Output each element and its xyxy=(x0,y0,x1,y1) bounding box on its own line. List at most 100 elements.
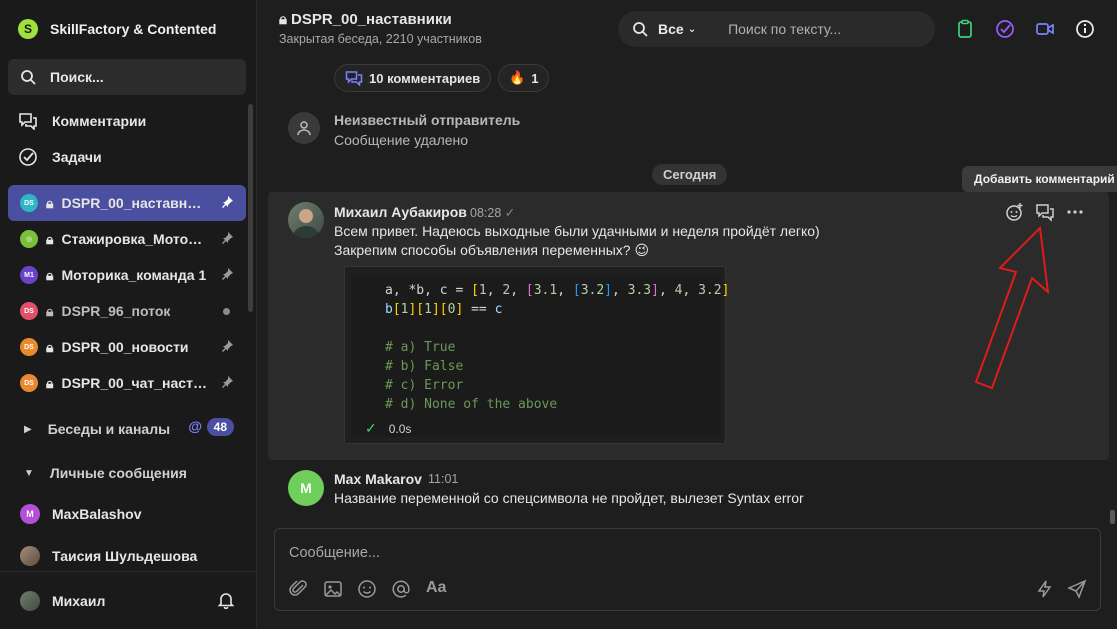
lock-icon: 🔒︎ xyxy=(46,230,54,247)
sidebar-chat-dspr-96[interactable]: DS 🔒︎ DSPR_96_поток xyxy=(8,293,246,329)
workspace-logo-icon: S xyxy=(18,19,38,39)
message-author[interactable]: Max Makarov xyxy=(334,471,422,487)
nav-tasks-label: Задачи xyxy=(52,149,102,165)
avatar xyxy=(288,202,324,238)
avatar xyxy=(20,590,40,611)
lock-icon: 🔒︎ xyxy=(46,194,54,211)
nav-tasks[interactable]: Задачи xyxy=(0,139,256,175)
message-time: 08:28 ✓ xyxy=(470,206,516,220)
chat-name: Стажировка_Мотор… xyxy=(61,231,210,247)
unread-badge: 48 xyxy=(206,418,234,436)
sidebar-search[interactable]: Поиск... xyxy=(8,59,246,95)
search-icon xyxy=(21,70,36,85)
search-input[interactable]: Поиск по тексту... xyxy=(728,21,841,37)
video-call-icon[interactable] xyxy=(1035,19,1055,39)
sidebar-chat-dspr-00-mentors[interactable]: DS 🔒︎ DSPR_00_наставники xyxy=(8,185,246,221)
lock-icon: 🔒︎ xyxy=(46,374,54,391)
bell-icon[interactable] xyxy=(217,591,235,609)
sidebar: S SkillFactory & Contented Поиск... Комм… xyxy=(0,0,257,629)
add-reaction-icon[interactable] xyxy=(1005,202,1025,222)
workspace-name: SkillFactory & Contented xyxy=(50,21,217,37)
lightning-icon[interactable] xyxy=(1035,579,1055,599)
sidebar-dm-maxbalashov[interactable]: M MaxBalashov xyxy=(0,493,256,535)
avatar: M xyxy=(288,470,324,506)
chat-avatar: DS xyxy=(20,374,38,392)
chat-name: Моторика_команда 1 xyxy=(61,267,207,283)
attachment-icon[interactable] xyxy=(289,579,309,599)
comments-button[interactable]: 10 комментариев xyxy=(334,64,492,92)
dms-label: Личные сообщения xyxy=(49,465,187,481)
sidebar-chat-motorika-team[interactable]: M1 🔒︎ Моторика_команда 1 xyxy=(8,257,246,293)
code-line: # c) Error xyxy=(385,378,464,393)
dm-name: Таисия Шульдешова xyxy=(52,548,198,564)
lock-icon: 🔒︎ xyxy=(46,266,54,283)
channels-section[interactable]: ▶ Беседы и каналы @ 48 xyxy=(0,409,256,449)
dms-section[interactable]: ▼ Личные сообщения xyxy=(0,453,256,493)
pin-icon xyxy=(222,232,233,244)
sidebar-search-label: Поиск... xyxy=(50,69,104,85)
add-comment-tooltip: Добавить комментарий xyxy=(962,166,1117,192)
read-check-icon: ✓ xyxy=(504,206,516,220)
caret-right-icon: ▶ xyxy=(24,423,32,435)
reaction-count: 1 xyxy=(531,70,539,86)
comments-count: 10 комментариев xyxy=(369,70,481,86)
code-line: a, *b, c = [1, 2, [3.1, [3.2], 3.3], 4, … xyxy=(385,283,730,298)
search-icon xyxy=(633,22,648,37)
more-options-icon[interactable] xyxy=(1065,202,1085,222)
date-divider: Сегодня xyxy=(652,164,728,185)
clipboard-icon[interactable] xyxy=(955,19,975,39)
sidebar-chat-dspr-00-news[interactable]: DS 🔒︎ DSPR_00_новости xyxy=(8,329,246,365)
execution-status: ✓ 0.0s xyxy=(365,420,411,437)
message-search[interactable]: Все ⌄ Поиск по тексту... xyxy=(618,11,935,47)
sidebar-scrollbar[interactable] xyxy=(248,104,253,312)
search-scope-dropdown[interactable]: Все ⌄ xyxy=(658,21,696,37)
chat-title: 🔒︎ DSPR_00_наставники xyxy=(279,11,452,28)
caret-down-icon: ▼ xyxy=(24,467,34,479)
chat-avatar: DS xyxy=(20,338,38,356)
lock-icon: 🔒︎ xyxy=(279,11,287,28)
add-comment-icon[interactable] xyxy=(1035,202,1055,222)
image-icon[interactable] xyxy=(323,579,343,599)
red-arrow-annotation xyxy=(974,225,1050,390)
sidebar-chat-dspr-00-chat[interactable]: DS 🔒︎ DSPR_00_чат_наста… xyxy=(8,365,246,401)
chat-name: DSPR_00_наставники xyxy=(61,195,210,211)
fire-reaction[interactable]: 🔥 1 xyxy=(498,64,550,92)
message-composer[interactable]: Сообщение... Aa xyxy=(274,528,1101,611)
unknown-user-avatar xyxy=(288,112,320,144)
message-input[interactable]: Сообщение... xyxy=(289,545,380,561)
code-snippet[interactable]: a, *b, c = [1, 2, [3.1, [3.2], 3.3], 4, … xyxy=(344,266,729,444)
user-icon xyxy=(297,121,311,136)
nav-comments-label: Комментарии xyxy=(52,113,147,129)
lock-icon: 🔒︎ xyxy=(46,338,54,355)
fire-icon: 🔥 xyxy=(509,70,526,85)
emoji-icon[interactable] xyxy=(357,579,377,599)
message-author: Неизвестный отправитель xyxy=(334,112,521,128)
code-block: a, *b, c = [1, 2, [3.1, [3.2], 3.3], 4, … xyxy=(351,277,729,437)
info-icon[interactable] xyxy=(1075,19,1095,39)
chat-name: DSPR_00_чат_наста… xyxy=(61,375,210,391)
current-user-name: Михаил xyxy=(52,592,106,609)
send-icon[interactable] xyxy=(1067,579,1087,599)
chevron-down-icon: ⌄ xyxy=(687,23,697,35)
nav-comments[interactable]: Комментарии xyxy=(0,103,256,139)
message-text-line: Всем привет. Надеюсь выходные были удачн… xyxy=(334,223,820,239)
message-author[interactable]: Михаил Аубакиров xyxy=(334,204,467,220)
code-line: # d) None of the above xyxy=(385,397,558,412)
mention-icon[interactable] xyxy=(391,579,411,599)
check-circle-icon xyxy=(19,148,37,166)
sidebar-chat-internship[interactable]: ◎ 🔒︎ Стажировка_Мотор… xyxy=(8,221,246,257)
message-text: Сообщение удалено xyxy=(334,132,469,148)
chat-avatar: DS xyxy=(20,194,38,212)
dm-name: MaxBalashov xyxy=(52,506,142,522)
current-user[interactable]: Михаил xyxy=(0,571,257,629)
unread-dot xyxy=(223,308,230,315)
workspace-switcher[interactable]: S SkillFactory & Contented xyxy=(0,0,256,58)
message-scrollbar[interactable] xyxy=(1110,510,1115,524)
text-format-button[interactable]: Aa xyxy=(426,579,446,599)
message-text-line: Закрепим способы объявления переменных? … xyxy=(334,242,650,258)
success-check-icon: ✓ xyxy=(365,420,377,436)
code-line: # b) False xyxy=(385,359,464,374)
tasks-check-icon[interactable] xyxy=(995,19,1015,39)
code-line: # a) True xyxy=(385,340,456,355)
chat-avatar: DS xyxy=(20,302,38,320)
